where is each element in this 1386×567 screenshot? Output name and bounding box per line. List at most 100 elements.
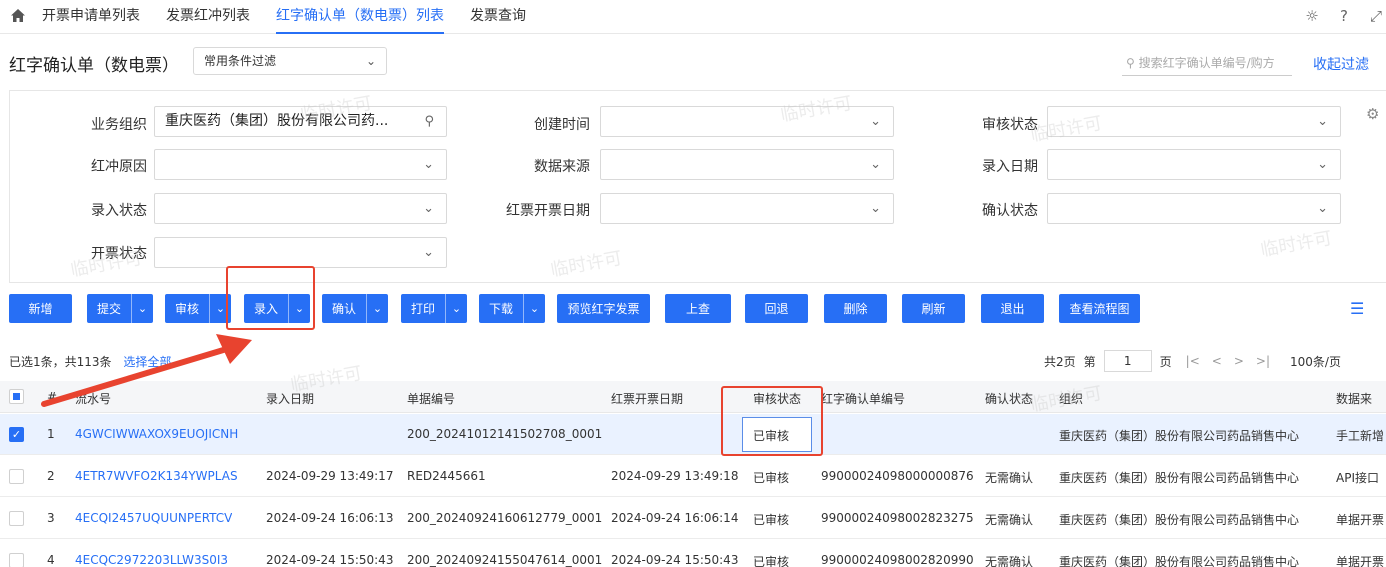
confirm-button[interactable]: 确认 ⌄: [322, 294, 388, 323]
common-filter-select[interactable]: 常用条件过滤 ⌄: [193, 47, 387, 75]
table-row[interactable]: 4 4ECQC2972203LLW3S0I3 2024-09-24 15:50:…: [0, 540, 1386, 567]
col-org[interactable]: 组织: [1059, 390, 1083, 407]
last-page-icon[interactable]: >|: [1256, 354, 1270, 368]
source-field[interactable]: ⌄: [600, 149, 894, 180]
add-button[interactable]: 新增: [9, 294, 72, 323]
row-checkbox[interactable]: [9, 469, 24, 484]
audit-button[interactable]: 审核 ⌄: [165, 294, 231, 323]
lightbulb-icon[interactable]: ☼: [1302, 6, 1322, 26]
gear-icon[interactable]: ⚙: [1366, 105, 1379, 123]
search-input[interactable]: ⚲ 搜索红字确认单编号/购方: [1122, 50, 1292, 76]
next-page-icon[interactable]: >: [1234, 354, 1244, 368]
list-view-icon[interactable]: ☰: [1350, 299, 1364, 318]
search-icon[interactable]: ⚲: [424, 107, 434, 136]
page-size-select[interactable]: 100条/页: [1290, 353, 1341, 370]
col-confirm-number[interactable]: 红字确认单编号: [821, 390, 905, 407]
data-source: 单据开票: [1336, 513, 1385, 527]
entry-date-label: 录入日期: [982, 159, 1038, 175]
top-nav: 开票申请单列表 发票红冲列表 红字确认单（数电票）列表 发票查询 ☼ ? ⤢: [0, 0, 1386, 34]
tab-red-reversal-list[interactable]: 发票红冲列表: [166, 0, 250, 34]
row-index: 2: [47, 469, 55, 483]
col-data-source[interactable]: 数据来: [1336, 390, 1386, 407]
refresh-button[interactable]: 刷新: [902, 294, 965, 323]
page-prefix: 第: [1083, 354, 1096, 369]
page-input[interactable]: 1: [1103, 350, 1152, 372]
chevron-down-icon: ⌄: [1317, 157, 1328, 172]
serial-link[interactable]: 4ECQC2972203LLW3S0I3: [75, 553, 228, 567]
exit-button[interactable]: 退出: [981, 294, 1044, 323]
entry-date: 2024-09-29 13:49:17: [266, 469, 394, 483]
tab-invoice-apply-list[interactable]: 开票申请单列表: [42, 0, 140, 34]
chevron-down-icon: ⌄: [870, 201, 881, 216]
data-source: API接口: [1336, 471, 1379, 485]
expand-icon[interactable]: ⤢: [1366, 6, 1386, 26]
audit-status: 已审核: [753, 471, 790, 485]
nav-tabs: 开票申请单列表 发票红冲列表 红字确认单（数电票）列表 发票查询: [42, 0, 552, 34]
delete-button[interactable]: 删除: [824, 294, 887, 323]
reason-label: 红冲原因: [91, 159, 147, 175]
chevron-down-icon: ⌄: [870, 114, 881, 129]
entry-status-field[interactable]: ⌄: [154, 193, 447, 224]
doc-number: 200_20241012141502708_0001: [407, 427, 603, 441]
chevron-down-icon: ⌄: [365, 54, 376, 68]
col-red-date[interactable]: 红票开票日期: [611, 390, 683, 407]
search-placeholder: 搜索红字确认单编号/购方: [1138, 56, 1275, 70]
first-page-icon[interactable]: |<: [1186, 354, 1200, 368]
red-date: 2024-09-24 15:50:43: [611, 553, 739, 567]
row-index: 1: [47, 427, 55, 441]
view-flowchart-button[interactable]: 查看流程图: [1059, 294, 1140, 323]
submit-button[interactable]: 提交 ⌄: [87, 294, 153, 323]
help-icon[interactable]: ?: [1334, 6, 1354, 26]
row-checkbox[interactable]: ✓: [9, 427, 24, 442]
audit-status-field[interactable]: ⌄: [1047, 106, 1341, 137]
serial-link[interactable]: 4ECQI2457UQUUNPERTCV: [75, 511, 232, 525]
page-suffix: 页: [1159, 354, 1172, 369]
chevron-down-icon[interactable]: ⌄: [131, 294, 153, 323]
download-button[interactable]: 下载 ⌄: [479, 294, 545, 323]
home-icon[interactable]: [10, 8, 26, 24]
table-row[interactable]: ✓ 1 4GWCIWWAXOX9EUOJICNH 200_20241012141…: [0, 414, 1386, 455]
row-index: 4: [47, 553, 55, 567]
row-checkbox[interactable]: [9, 511, 24, 526]
created-field[interactable]: ⌄: [600, 106, 894, 137]
invoice-status-field[interactable]: ⌄: [154, 237, 447, 268]
tab-invoice-query[interactable]: 发票查询: [470, 0, 526, 34]
annotation-box-audit-status: [721, 386, 823, 456]
row-index: 3: [47, 511, 55, 525]
col-confirm-status[interactable]: 确认状态: [985, 390, 1033, 407]
chevron-down-icon: ⌄: [870, 157, 881, 172]
red-date-field[interactable]: ⌄: [600, 193, 894, 224]
pager: 共2页 第 1 页 |< < > >| 100条/页: [1044, 350, 1341, 372]
rollback-button[interactable]: 回退: [745, 294, 808, 323]
entry-date-field[interactable]: ⌄: [1047, 149, 1341, 180]
confirm-number: 99000024098002823275: [821, 511, 974, 525]
chevron-down-icon[interactable]: ⌄: [445, 294, 467, 323]
collapse-filter-link[interactable]: 收起过滤: [1313, 54, 1369, 74]
confirm-status-label: 确认状态: [982, 203, 1038, 219]
select-all-checkbox[interactable]: [9, 389, 24, 404]
confirm-status: 无需确认: [985, 471, 1034, 485]
audit-status: 已审核: [753, 555, 790, 567]
table-row[interactable]: 2 4ETR7WVFO2K134YWPLAS 2024-09-29 13:49:…: [0, 456, 1386, 497]
chevron-down-icon: ⌄: [423, 157, 434, 172]
chevron-down-icon[interactable]: ⌄: [523, 294, 545, 323]
org: 重庆医药（集团）股份有限公司药品销售中心: [1059, 555, 1300, 567]
tab-red-confirm-list[interactable]: 红字确认单（数电票）列表: [276, 0, 444, 34]
total-pages: 共2页: [1044, 354, 1076, 369]
chevron-down-icon[interactable]: ⌄: [366, 294, 388, 323]
table-row[interactable]: 3 4ECQI2457UQUUNPERTCV 2024-09-24 16:06:…: [0, 498, 1386, 539]
preview-red-invoice-button[interactable]: 预览红字发票: [557, 294, 650, 323]
serial-link[interactable]: 4GWCIWWAXOX9EUOJICNH: [75, 427, 238, 441]
prev-page-icon[interactable]: <: [1212, 354, 1222, 368]
print-button[interactable]: 打印 ⌄: [401, 294, 467, 323]
annotation-box-entry: [226, 266, 315, 330]
col-entry-date[interactable]: 录入日期: [266, 390, 314, 407]
doc-number: RED2445661: [407, 469, 486, 483]
confirm-status-field[interactable]: ⌄: [1047, 193, 1341, 224]
reason-field[interactable]: ⌄: [154, 149, 447, 180]
col-doc-number[interactable]: 单据编号: [407, 390, 455, 407]
lookup-button[interactable]: 上查: [665, 294, 731, 323]
row-checkbox[interactable]: [9, 553, 24, 567]
serial-link[interactable]: 4ETR7WVFO2K134YWPLAS: [75, 469, 238, 483]
org-field[interactable]: 重庆医药（集团）股份有限公司药... ⚲: [154, 106, 447, 137]
